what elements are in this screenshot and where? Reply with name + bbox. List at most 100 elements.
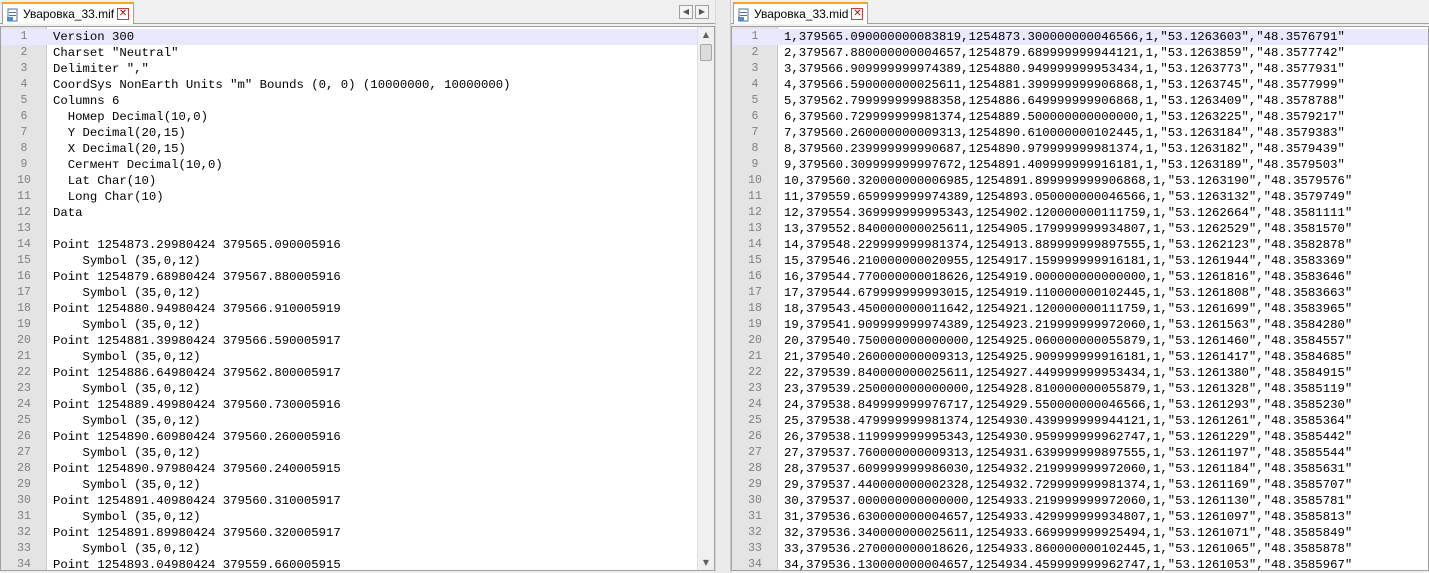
code-line[interactable]: 27 Symbol (35,0,12): [1, 445, 714, 461]
text-editor-mif[interactable]: 1 Version 300 2 Charset "Neutral" 3 Delimiter…: [0, 26, 715, 571]
code-line[interactable]: 20 20,379540.750000000000000,1254925.0600…: [732, 333, 1428, 349]
scroll-up-icon[interactable]: ▲: [698, 27, 714, 42]
code-line[interactable]: 1 1,379565.090000000083819,1254873.300000…: [732, 29, 1428, 45]
code-line[interactable]: 19 Symbol (35,0,12): [1, 317, 714, 333]
tab-mid-file[interactable]: Уваровка_33.mid ✕: [733, 2, 869, 24]
line-number: 21: [17, 350, 31, 363]
code-line[interactable]: 29 Symbol (35,0,12): [1, 477, 714, 493]
code-line[interactable]: 12 Data: [1, 205, 714, 221]
code-line[interactable]: 27 27,379537.760000000009313,1254931.6399…: [732, 445, 1428, 461]
tab-prev-icon[interactable]: ◀: [679, 5, 693, 19]
code-line[interactable]: 13 13,379552.840000000025611,1254905.1799…: [732, 221, 1428, 237]
code-line[interactable]: 34 Point 1254893.04980424 379559.66000591…: [1, 557, 714, 570]
code-line[interactable]: 6 6,379560.729999999981374,1254889.500000…: [732, 109, 1428, 125]
code-line[interactable]: 21 21,379540.260000000009313,1254925.9099…: [732, 349, 1428, 365]
code-line[interactable]: 16 Point 1254879.68980424 379567.88000591…: [1, 269, 714, 285]
code-line[interactable]: 4 CoordSys NonEarth Units "m" Bounds (0, …: [1, 77, 714, 93]
code-line[interactable]: 14 Point 1254873.29980424 379565.09000591…: [1, 237, 714, 253]
code-line[interactable]: 32 32,379536.340000000025611,1254933.6699…: [732, 525, 1428, 541]
code-line[interactable]: 22 Point 1254886.64980424 379562.80000591…: [1, 365, 714, 381]
code-line[interactable]: 17 Symbol (35,0,12): [1, 285, 714, 301]
code-line[interactable]: 5 Columns 6: [1, 93, 714, 109]
line-number: 14: [17, 238, 31, 251]
code-line[interactable]: 1 Version 300: [1, 29, 714, 45]
tab-nav-buttons: ◀ ▶: [679, 5, 709, 19]
code-line[interactable]: 8 8,379560.239999999990687,1254890.979999…: [732, 141, 1428, 157]
line-number: 20: [748, 334, 762, 347]
code-line[interactable]: 33 Symbol (35,0,12): [1, 541, 714, 557]
code-line[interactable]: 3 3,379566.909999999974389,1254880.949999…: [732, 61, 1428, 77]
code-line[interactable]: 14 14,379548.229999999981374,1254913.8899…: [732, 237, 1428, 253]
code-line[interactable]: 9 9,379560.309999999997672,1254891.409999…: [732, 157, 1428, 173]
code-line[interactable]: 28 28,379537.609999999986030,1254932.2199…: [732, 461, 1428, 477]
code-line[interactable]: 7 Y Decimal(20,15): [1, 125, 714, 141]
line-number: 15: [748, 254, 762, 267]
code-line[interactable]: 24 24,379538.849999999976717,1254929.5500…: [732, 397, 1428, 413]
code-line[interactable]: 23 Symbol (35,0,12): [1, 381, 714, 397]
scroll-thumb[interactable]: [700, 44, 712, 61]
code-line[interactable]: 8 X Decimal(20,15): [1, 141, 714, 157]
code-line[interactable]: 21 Symbol (35,0,12): [1, 349, 714, 365]
code-line[interactable]: 10 10,379560.320000000006985,1254891.8999…: [732, 173, 1428, 189]
line-text: 33,379536.270000000018626,1254933.860000…: [784, 542, 1353, 556]
pane-splitter[interactable]: [715, 0, 731, 573]
code-line[interactable]: 32 Point 1254891.89980424 379560.32000591…: [1, 525, 714, 541]
tab-next-icon[interactable]: ▶: [695, 5, 709, 19]
code-line[interactable]: 22 22,379539.840000000025611,1254927.4499…: [732, 365, 1428, 381]
code-line[interactable]: 2 Charset "Neutral": [1, 45, 714, 61]
code-line[interactable]: 31 31,379536.630000000004657,1254933.4299…: [732, 509, 1428, 525]
line-number: 7: [751, 126, 759, 139]
code-line[interactable]: 30 Point 1254891.40980424 379560.31000591…: [1, 493, 714, 509]
code-line[interactable]: 13: [1, 221, 714, 237]
right-tab-bar: Уваровка_33.mid ✕: [731, 0, 1429, 24]
code-line[interactable]: 25 25,379538.479999999981374,1254930.4399…: [732, 413, 1428, 429]
code-line[interactable]: 29 29,379537.440000000002328,1254932.7299…: [732, 477, 1428, 493]
code-line[interactable]: 19 19,379541.909999999974389,1254923.2199…: [732, 317, 1428, 333]
code-line[interactable]: 31 Symbol (35,0,12): [1, 509, 714, 525]
code-line[interactable]: 34 34,379536.130000000004657,1254934.4599…: [732, 557, 1428, 570]
code-line[interactable]: 12 12,379554.369999999995343,1254902.1200…: [732, 205, 1428, 221]
line-text: Point 1254889.49980424 379560.730005916: [53, 398, 341, 412]
line-text: 1,379565.090000000083819,1254873.3000000…: [784, 30, 1345, 44]
code-line[interactable]: 10 Lat Char(10): [1, 173, 714, 189]
code-line[interactable]: 23 23,379539.250000000000000,1254928.8100…: [732, 381, 1428, 397]
code-line[interactable]: 25 Symbol (35,0,12): [1, 413, 714, 429]
text-editor-mid[interactable]: 1 1,379565.090000000083819,1254873.300000…: [731, 26, 1429, 571]
code-line[interactable]: 7 7,379560.260000000009313,1254890.610000…: [732, 125, 1428, 141]
line-text: 12,379554.369999999995343,1254902.120000…: [784, 206, 1353, 220]
line-text: Номер Decimal(10,0): [53, 110, 208, 124]
line-text: [47, 221, 53, 237]
code-line[interactable]: 15 Symbol (35,0,12): [1, 253, 714, 269]
line-number: 7: [20, 126, 28, 139]
code-line[interactable]: 11 Long Char(10): [1, 189, 714, 205]
code-line[interactable]: 24 Point 1254889.49980424 379560.73000591…: [1, 397, 714, 413]
code-line[interactable]: 6 Номер Decimal(10,0): [1, 109, 714, 125]
code-line[interactable]: 2 2,379567.880000000004657,1254879.689999…: [732, 45, 1428, 61]
code-line[interactable]: 18 Point 1254880.94980424 379566.91000591…: [1, 301, 714, 317]
line-number: 30: [17, 494, 31, 507]
code-line[interactable]: 33 33,379536.270000000018626,1254933.8600…: [732, 541, 1428, 557]
close-tab-icon[interactable]: ✕: [117, 8, 130, 20]
tab-mif-file[interactable]: Уваровка_33.mif ✕: [2, 2, 135, 24]
code-line[interactable]: 4 4,379566.590000000025611,1254881.399999…: [732, 77, 1428, 93]
vertical-scrollbar[interactable]: ▲ ▼: [697, 27, 714, 570]
code-line[interactable]: 11 11,379559.659999999974389,1254893.0500…: [732, 189, 1428, 205]
code-line[interactable]: 16 16,379544.770000000018626,1254919.0000…: [732, 269, 1428, 285]
code-line[interactable]: 17 17,379544.679999999993015,1254919.1100…: [732, 285, 1428, 301]
code-line[interactable]: 5 5,379562.799999999988358,1254886.649999…: [732, 93, 1428, 109]
code-line[interactable]: 30 30,379537.000000000000000,1254933.2199…: [732, 493, 1428, 509]
code-line[interactable]: 3 Delimiter ",": [1, 61, 714, 77]
code-line[interactable]: 26 26,379538.119999999995343,1254930.9599…: [732, 429, 1428, 445]
code-line[interactable]: 20 Point 1254881.39980424 379566.59000591…: [1, 333, 714, 349]
code-line[interactable]: 18 18,379543.450000000011642,1254921.1200…: [732, 301, 1428, 317]
scroll-down-icon[interactable]: ▼: [698, 555, 714, 570]
line-text: Symbol (35,0,12): [53, 382, 201, 396]
code-line[interactable]: 28 Point 1254890.97980424 379560.24000591…: [1, 461, 714, 477]
line-text: Symbol (35,0,12): [53, 542, 201, 556]
close-tab-icon[interactable]: ✕: [851, 8, 864, 20]
code-line[interactable]: 15 15,379546.210000000020955,1254917.1599…: [732, 253, 1428, 269]
line-text: Symbol (35,0,12): [53, 318, 201, 332]
code-line[interactable]: 9 Сегмент Decimal(10,0): [1, 157, 714, 173]
code-line[interactable]: 26 Point 1254890.60980424 379560.26000591…: [1, 429, 714, 445]
line-number: 33: [17, 542, 31, 555]
